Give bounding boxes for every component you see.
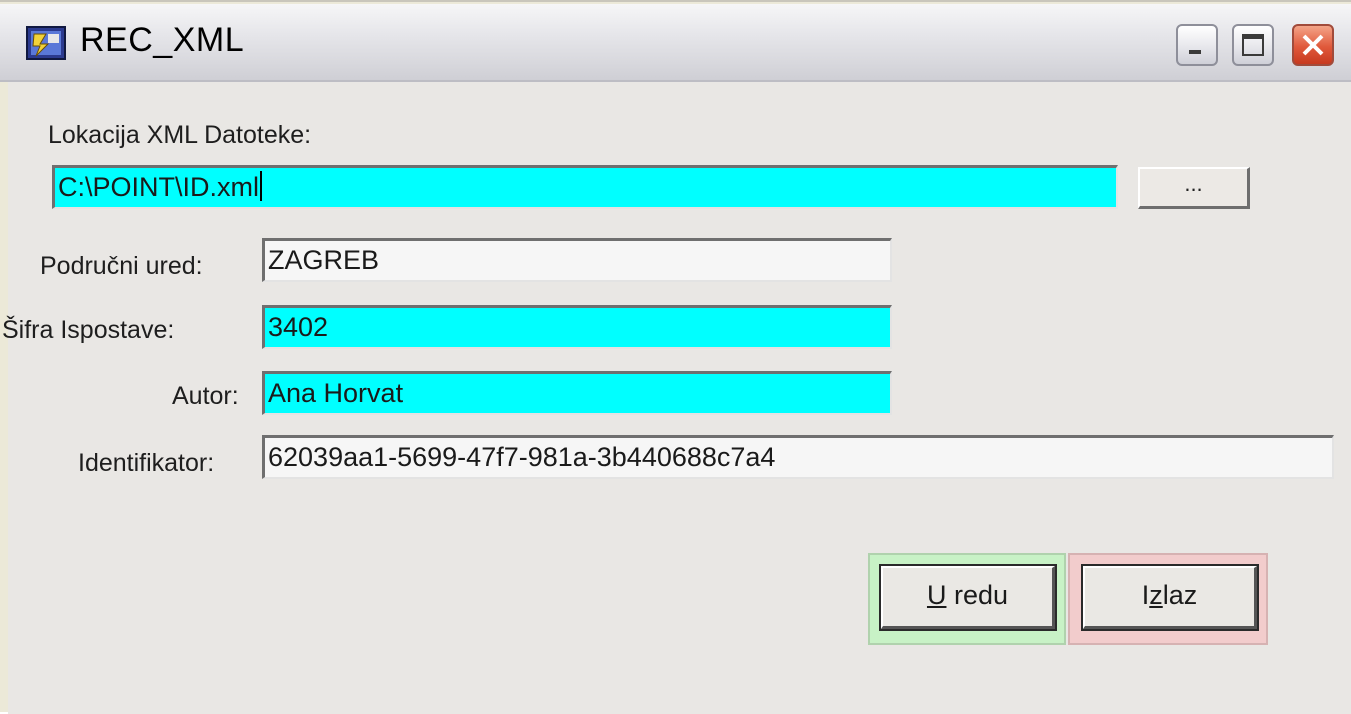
ok-button[interactable]: U redu <box>879 564 1057 631</box>
minimize-icon <box>1189 50 1201 54</box>
branch-code-input[interactable]: 3402 <box>262 305 892 349</box>
browse-button[interactable]: ... <box>1138 167 1250 209</box>
minimize-button[interactable] <box>1176 24 1218 66</box>
exit-label: laz <box>1162 580 1198 610</box>
regional-office-input[interactable]: ZAGREB <box>262 238 892 282</box>
window-title: REC_XML <box>80 21 245 59</box>
exit-button[interactable]: Izlaz <box>1081 564 1259 631</box>
maximize-button[interactable] <box>1232 24 1274 66</box>
author-input[interactable]: Ana Horvat <box>262 371 892 415</box>
xml-location-label: Lokacija XML Datoteke: <box>48 121 312 149</box>
app-icon <box>26 26 66 60</box>
close-icon <box>1302 34 1324 56</box>
text-caret <box>260 171 262 201</box>
ok-label: redu <box>946 580 1009 610</box>
close-button[interactable] <box>1292 24 1334 66</box>
branch-code-label: Šifra Ispostave: <box>2 316 175 344</box>
regional-office-label: Područni ured: <box>40 252 203 280</box>
exit-mnemonic: z <box>1149 580 1163 610</box>
xml-location-input[interactable]: C:\POINT\ID.xml <box>52 165 1118 209</box>
app-window: REC_XML Lokacija XML Datoteke: C:\POINT\… <box>0 0 1351 714</box>
maximize-icon <box>1242 34 1264 56</box>
xml-location-value: C:\POINT\ID.xml <box>58 172 259 202</box>
ok-mnemonic: U <box>926 580 947 610</box>
identifier-label: Identifikator: <box>78 449 215 477</box>
author-label: Autor: <box>172 382 239 410</box>
identifier-input[interactable]: 62039aa1-5699-47f7-981a-3b440688c7a4 <box>262 435 1334 479</box>
title-bar[interactable]: REC_XML <box>0 4 1351 82</box>
